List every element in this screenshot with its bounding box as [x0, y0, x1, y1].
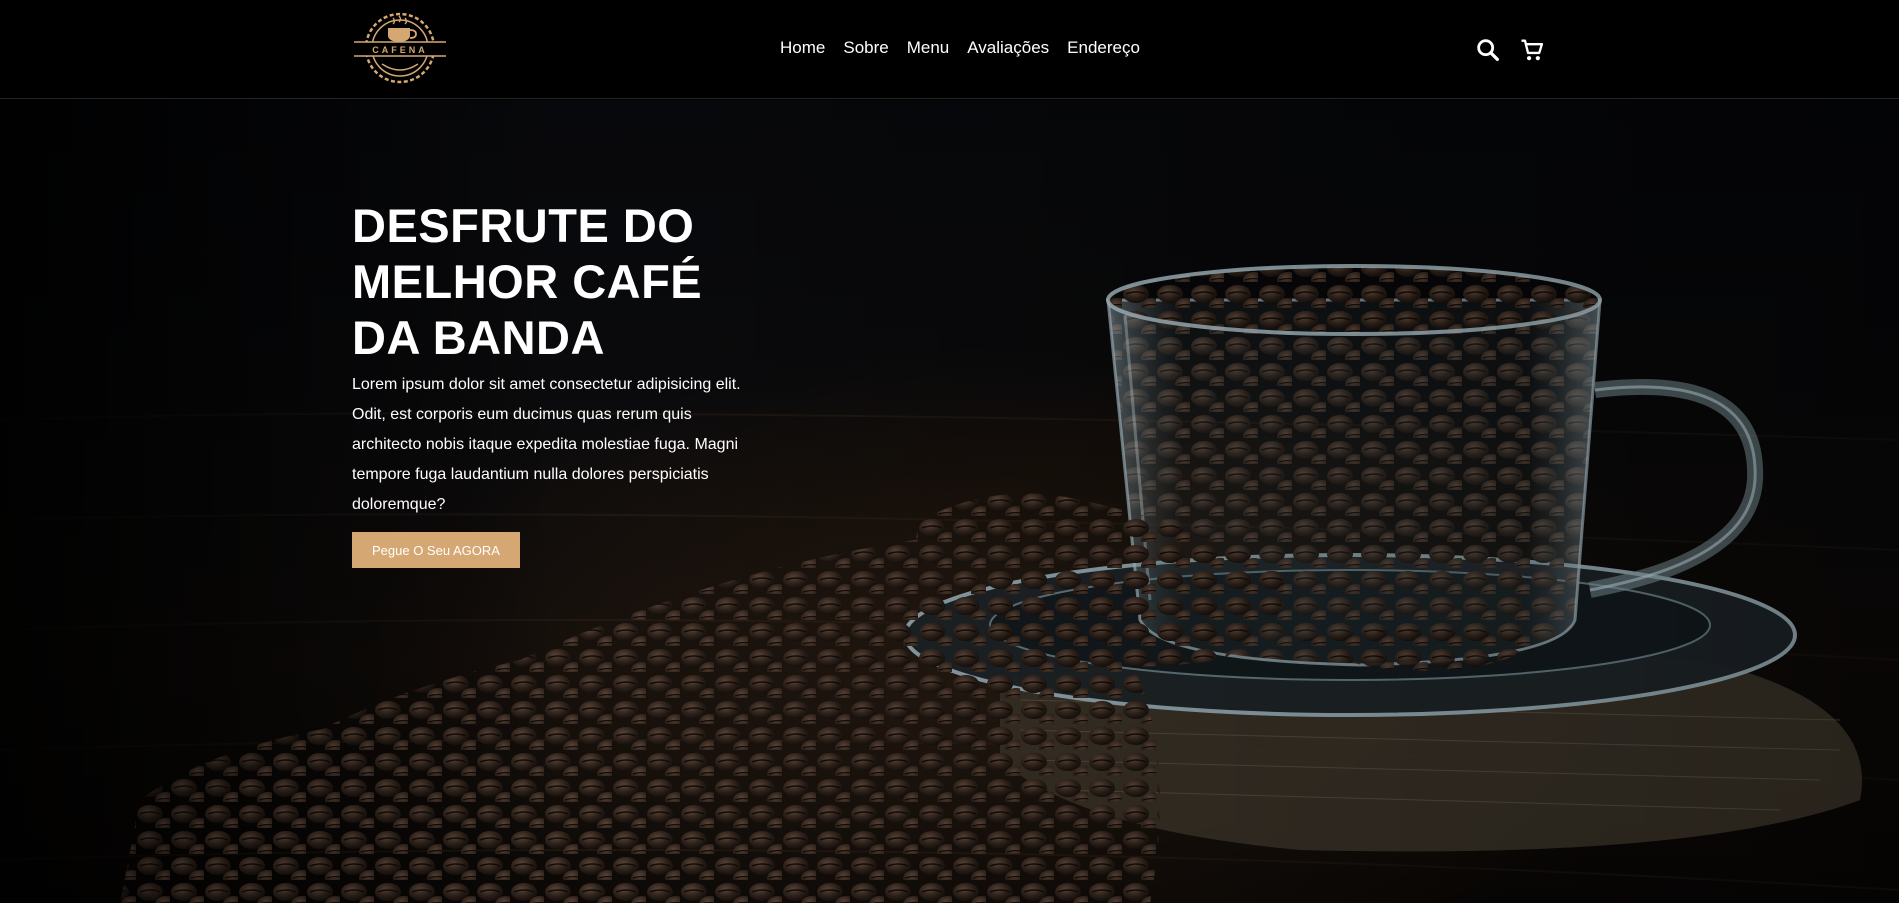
order-now-button[interactable]: Pegue O Seu AGORA: [352, 532, 520, 568]
search-icon[interactable]: [1474, 36, 1502, 64]
main-nav: Home Sobre Menu Avaliações Endereço: [780, 38, 1140, 58]
hero-content: DESFRUTE DO MELHOR CAFÉ DA BANDA Lorem i…: [352, 198, 772, 568]
nav-sobre[interactable]: Sobre: [843, 38, 888, 58]
header-actions: [1474, 36, 1546, 64]
cart-icon[interactable]: [1518, 36, 1546, 64]
site-header: CAFENA Home Sobre Menu Avaliações Endere…: [0, 0, 1899, 99]
logo-text: CAFENA: [372, 45, 428, 55]
cafena-logo[interactable]: CAFENA: [352, 8, 448, 88]
hero-title: DESFRUTE DO MELHOR CAFÉ DA BANDA: [352, 199, 703, 364]
nav-endereco[interactable]: Endereço: [1067, 38, 1140, 58]
logo-emblem-icon: CAFENA: [354, 12, 446, 84]
hero-section: DESFRUTE DO MELHOR CAFÉ DA BANDA Lorem i…: [0, 100, 1899, 903]
hero-description: Lorem ipsum dolor sit amet consectetur a…: [352, 376, 741, 513]
page: CAFENA Home Sobre Menu Avaliações Endere…: [0, 0, 1899, 903]
nav-menu[interactable]: Menu: [907, 38, 950, 58]
nav-avaliacoes[interactable]: Avaliações: [967, 38, 1049, 58]
nav-home[interactable]: Home: [780, 38, 825, 58]
coffee-cup-beans-image: [0, 100, 1899, 903]
